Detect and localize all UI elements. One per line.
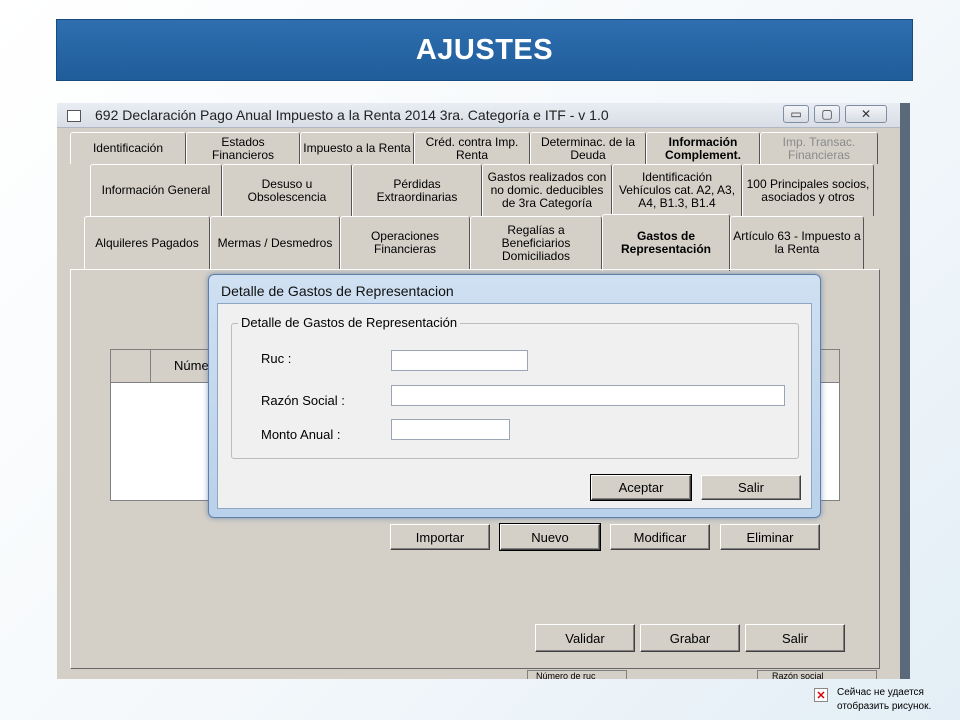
aceptar-button[interactable]: Aceptar	[590, 474, 692, 501]
modificar-button[interactable]: Modificar	[610, 524, 710, 550]
image-error-line1: Сейчас не удается	[837, 687, 924, 698]
grid-header-numero: Núme	[174, 358, 209, 373]
validar-button[interactable]: Validar	[535, 624, 635, 652]
broken-image-icon: ✕	[814, 688, 828, 702]
tab-estados-financieros[interactable]: Estados Financieros	[186, 132, 300, 164]
ruc-label: Ruc :	[261, 351, 292, 366]
tab-informacion-complement[interactable]: Información Complement.	[646, 132, 760, 164]
bottom-strip-numero: Número de ruc	[527, 670, 627, 679]
tab-informacion-general[interactable]: Información General	[90, 164, 222, 216]
window-titlebar: 692 Declaración Pago Anual Impuesto a la…	[57, 103, 910, 128]
tab-regalias[interactable]: Regalías a Beneficiarios Domiciliados	[470, 216, 602, 269]
tab-gastos-no-domic[interactable]: Gastos realizados con no domic. deducibl…	[482, 164, 612, 216]
razon-social-label: Razón Social :	[261, 393, 345, 408]
tab-mermas-desmedros[interactable]: Mermas / Desmedros	[210, 216, 340, 269]
maximize-icon[interactable]: ▢	[814, 105, 840, 123]
eliminar-button[interactable]: Eliminar	[720, 524, 820, 550]
tab-perdidas-extraordinarias[interactable]: Pérdidas Extraordinarias	[352, 164, 482, 216]
dialog-salir-button[interactable]: Salir	[701, 475, 801, 500]
dialog-title: Detalle de Gastos de Representacion	[221, 283, 454, 299]
tab-articulo-63[interactable]: Artículo 63 - Impuesto a la Renta	[730, 216, 864, 269]
image-error-line2: отобразить рисунок.	[837, 701, 932, 712]
close-icon[interactable]: ✕	[845, 105, 887, 123]
detalle-gastos-dialog: Detalle de Gastos de Representacion Deta…	[208, 274, 821, 518]
image-error-box: ✕ Сейчас не удается отобразить рисунок.	[810, 682, 960, 718]
window-title: 692 Declaración Pago Anual Impuesto a la…	[95, 107, 609, 123]
tab-impuesto-renta[interactable]: Impuesto a la Renta	[300, 132, 414, 164]
bottom-strip-razon: Razón social	[757, 670, 877, 679]
monto-anual-input[interactable]	[391, 419, 510, 440]
minimize-icon[interactable]: ▭	[783, 105, 809, 123]
window-edge	[900, 103, 910, 679]
razon-social-input[interactable]	[391, 385, 785, 406]
importar-button[interactable]: Importar	[390, 524, 490, 550]
detalle-group: Detalle de Gastos de Representación Ruc …	[231, 315, 799, 459]
image-error-text: Сейчас не удается отобразить рисунок.	[837, 686, 931, 714]
tab-operaciones-financieras[interactable]: Operaciones Financieras	[340, 216, 470, 269]
tab-identificacion-vehiculos[interactable]: Identificación Vehículos cat. A2, A3, A4…	[612, 164, 742, 216]
tab-gastos-representacion[interactable]: Gastos de Representación	[602, 214, 730, 271]
dialog-body: Detalle de Gastos de Representación Ruc …	[217, 303, 812, 509]
salir-button[interactable]: Salir	[745, 624, 845, 652]
nuevo-button[interactable]: Nuevo	[499, 523, 601, 551]
slide-title: AJUSTES	[56, 19, 913, 81]
tab-imp-transac-financieras[interactable]: Imp. Transac. Financieras	[760, 132, 878, 164]
ruc-input[interactable]	[391, 350, 528, 371]
tab-determinac-deuda[interactable]: Determinac. de la Deuda	[530, 132, 646, 164]
app-icon	[67, 110, 81, 122]
grabar-button[interactable]: Grabar	[640, 624, 740, 652]
tab-100-principales[interactable]: 100 Principales socios, asociados y otro…	[742, 164, 874, 216]
grid-header-selector	[111, 350, 151, 383]
monto-anual-label: Monto Anual :	[261, 427, 341, 442]
detalle-group-legend: Detalle de Gastos de Representación	[238, 315, 461, 330]
tab-alquileres-pagados[interactable]: Alquileres Pagados	[84, 216, 210, 269]
tab-cred-contra-imp[interactable]: Créd. contra Imp. Renta	[414, 132, 530, 164]
tab-identificacion[interactable]: Identificación	[70, 132, 186, 164]
tab-desuso-obsolescencia[interactable]: Desuso u Obsolescencia	[222, 164, 352, 216]
